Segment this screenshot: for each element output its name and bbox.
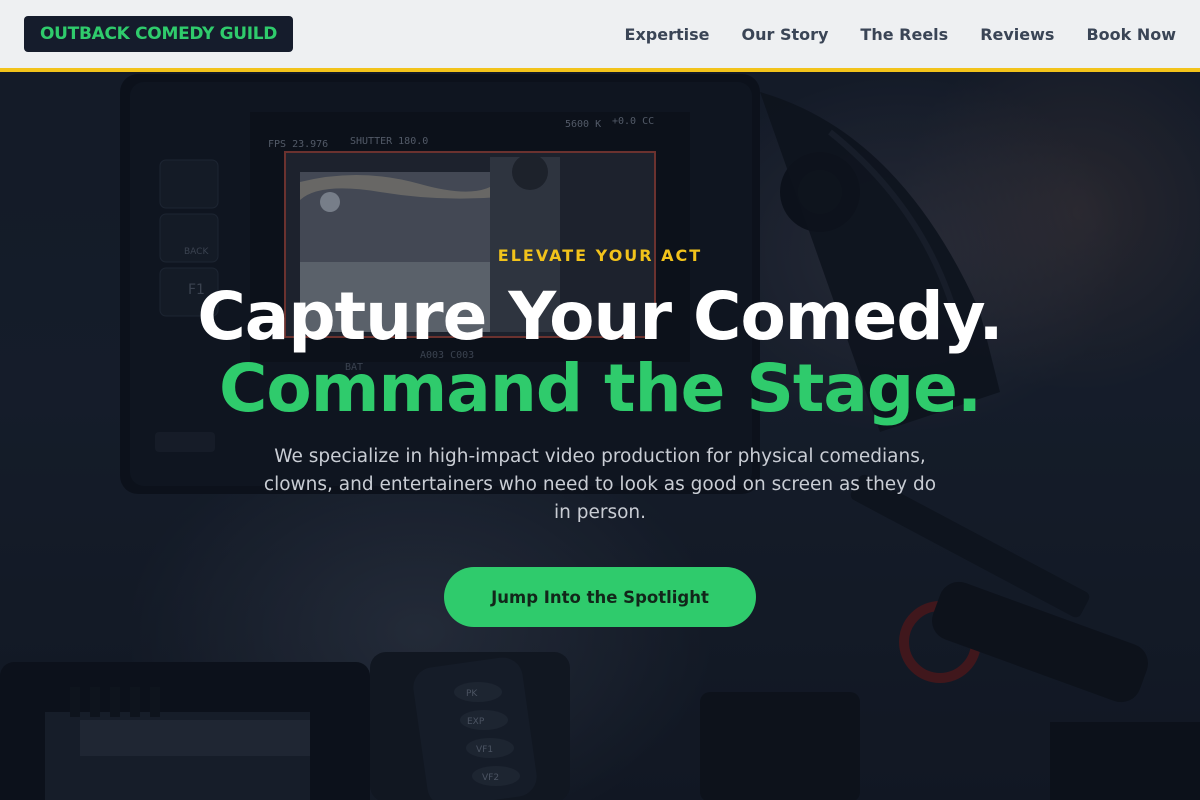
nav-link-reviews[interactable]: Reviews (980, 25, 1054, 44)
hero-headline-line-2: Command the Stage. (218, 350, 982, 427)
hero-headline-line-1: Capture Your Comedy. (197, 278, 1003, 355)
main-nav: Expertise Our Story The Reels Reviews Bo… (625, 25, 1176, 44)
hero-eyebrow: ELEVATE YOUR ACT (497, 246, 703, 265)
nav-link-book-now[interactable]: Book Now (1086, 25, 1176, 44)
brand-logo[interactable]: OUTBACK COMEDY GUILD (24, 16, 294, 52)
cta-button[interactable]: Jump Into the Spotlight (444, 567, 756, 627)
nav-link-expertise[interactable]: Expertise (625, 25, 710, 44)
nav-link-our-story[interactable]: Our Story (741, 25, 828, 44)
hero-subtext: We specialize in high-impact video produ… (263, 446, 937, 523)
hero-content: ELEVATE YOUR ACT Capture Your Comedy. Co… (0, 72, 1200, 800)
nav-link-the-reels[interactable]: The Reels (860, 25, 948, 44)
hero-headline: Capture Your Comedy. Command the Stage. (197, 278, 1003, 427)
site-header: OUTBACK COMEDY GUILD Expertise Our Story… (0, 0, 1200, 72)
